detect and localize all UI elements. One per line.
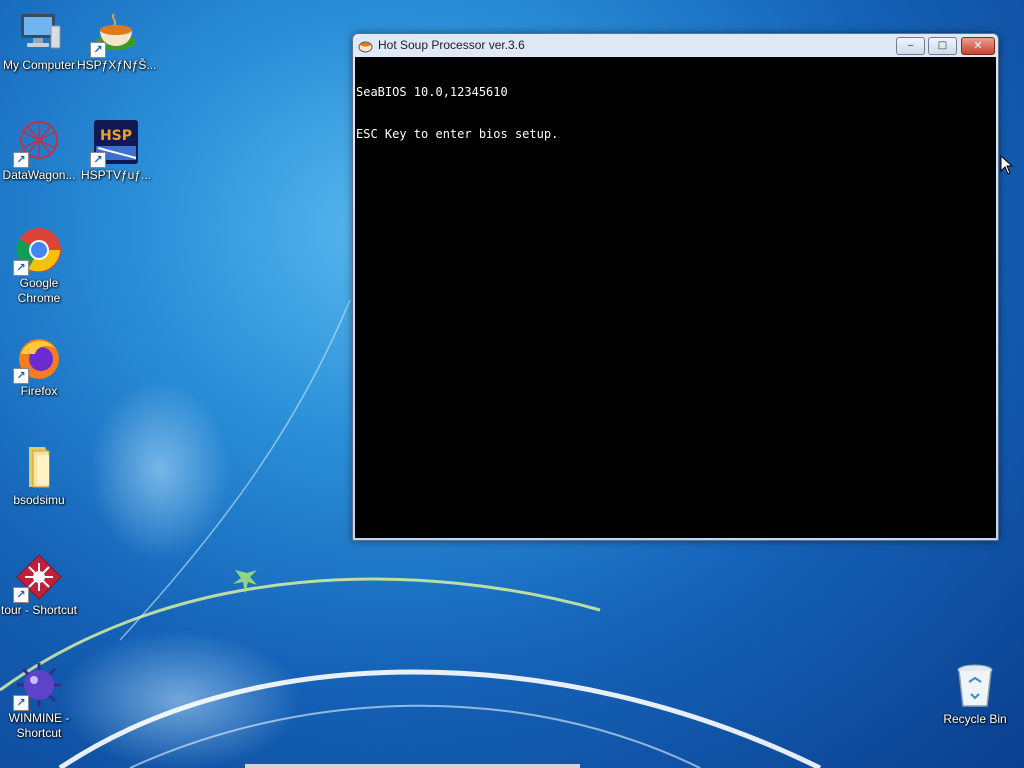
console-screen[interactable]: SeaBIOS 10.0,12345610 ESC Key to enter b… [355,57,996,538]
shortcut-arrow-icon: ↗ [90,152,106,168]
close-button[interactable]: ✕ [961,37,995,55]
console-line: ESC Key to enter bios setup. [356,127,559,141]
desktop-icon-datawagon[interactable]: ↗ DataWagon... [0,118,78,183]
icon-label: bsodsimu [13,493,65,507]
shortcut-arrow-icon: ↗ [13,587,29,603]
shortcut-arrow-icon: ↗ [13,260,29,276]
shortcut-arrow-icon: ↗ [90,42,106,58]
console-line: SeaBIOS 10.0,12345610 [356,85,508,99]
desktop-icon-tour-shortcut[interactable]: ↗ tour - Shortcut [0,553,78,618]
shortcut-arrow-icon: ↗ [13,695,29,711]
tour-icon: ↗ [13,553,63,603]
icon-label: tour - Shortcut [0,603,78,617]
icon-label: DataWagon... [2,168,76,182]
hsp-app-icon [358,38,373,53]
desktop-icon-hsptv[interactable]: HSP ↗ HSPTVƒuƒ... [77,118,155,183]
window-title: Hot Soup Processor ver.3.6 [378,38,525,52]
icon-label: Google Chrome [17,276,61,305]
chrome-icon: ↗ [13,226,63,276]
icon-label: WINMINE - Shortcut [8,711,70,740]
desktop-icon-winmine-shortcut[interactable]: ↗ WINMINE - Shortcut [0,661,78,741]
winmine-icon: ↗ [13,661,63,711]
taskbar-edge [245,764,580,768]
minimize-icon: ‒ [907,40,914,51]
icon-label: Recycle Bin [943,712,1007,726]
shortcut-arrow-icon: ↗ [13,152,29,168]
icon-label: My Computer [2,58,76,72]
datawagon-icon: ↗ [13,118,63,168]
recycle-bin-icon [951,662,999,710]
hsptv-icon: HSP ↗ [90,118,140,168]
desktop-icon-google-chrome[interactable]: ↗ Google Chrome [0,226,78,306]
hsp-window[interactable]: Hot Soup Processor ver.3.6 ‒ □ ✕ SeaBIOS… [352,33,999,541]
window-titlebar[interactable]: Hot Soup Processor ver.3.6 ‒ □ ✕ [353,34,998,57]
hsp-soup-icon: ↗ [90,8,140,58]
folder-icon [15,443,63,491]
computer-icon [15,8,63,56]
icon-label: Firefox [20,384,58,398]
svg-text:HSP: HSP [100,128,132,144]
desktop-icon-recycle-bin[interactable]: Recycle Bin [936,662,1014,727]
desktop-icon-my-computer[interactable]: My Computer [0,8,78,73]
desktop-icon-bsodsimu[interactable]: bsodsimu [0,443,78,508]
shortcut-arrow-icon: ↗ [13,368,29,384]
icon-label: HSPƒXƒNƒŠ... [77,58,157,72]
desktop-icon-firefox[interactable]: ↗ Firefox [0,334,78,399]
icon-label: HSPTVƒuƒ... [80,168,152,182]
desktop-icon-hsp[interactable]: ↗ HSPƒXƒNƒŠ... [77,8,157,73]
firefox-icon: ↗ [13,334,63,384]
maximize-icon: □ [937,40,948,51]
close-icon: ✕ [973,39,983,52]
minimize-button[interactable]: ‒ [896,37,925,55]
mouse-cursor-icon [1000,155,1014,175]
maximize-button[interactable]: □ [928,37,957,55]
